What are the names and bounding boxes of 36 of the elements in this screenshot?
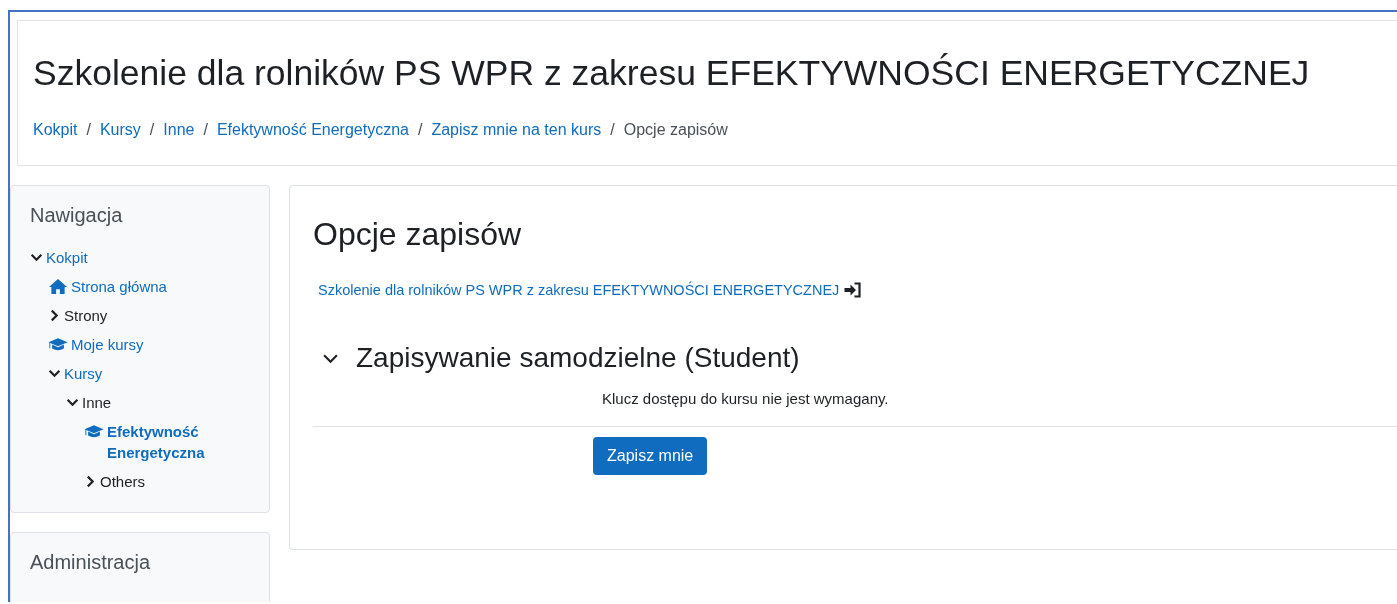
breadcrumb-link[interactable]: Kokpit [33,121,78,139]
breadcrumb-separator: / [149,121,155,139]
section-title: Zapisywanie samodzielne (Student) [356,342,800,374]
graduation-cap-icon [84,423,104,440]
tree-link[interactable]: Kursy [64,363,103,384]
tree-item[interactable]: Inne [82,392,112,413]
sign-in-icon [843,282,863,298]
page-heading: Opcje zapisów [313,215,523,254]
chevron-right-icon[interactable] [48,309,61,322]
chevron-down-icon[interactable] [66,396,79,409]
breadcrumb-separator: / [203,121,208,139]
tree-link[interactable]: Kokpit [46,247,88,268]
breadcrumb-link[interactable]: Kursy [99,121,141,139]
breadcrumb-link[interactable]: Inne [163,121,195,139]
home-icon [48,278,68,295]
block-title: Nawigacja [30,204,124,227]
graduation-cap-icon [48,336,68,353]
tree-item[interactable]: Strony [64,305,108,326]
tree-link[interactable]: Strona główna [71,276,167,297]
block-title: Administracja [30,551,152,574]
chevron-down-icon[interactable] [30,251,43,264]
breadcrumb-link[interactable]: Zapisz mnie na ten kurs [431,121,602,139]
enrol-button[interactable]: Zapisz mnie [593,437,708,475]
breadcrumb-current: Opcje zapisów [623,121,728,139]
page-title: Szkolenie dla rolników PS WPR z zakresu EFEKTYWNOŚCI ENERGETYCZNEJ [33,52,1311,95]
chevron-down-icon[interactable] [48,367,61,380]
breadcrumb-link[interactable]: Efektywność Energetyczna [216,121,409,139]
tree-item[interactable]: Others [100,471,145,492]
course-link[interactable]: Szkolenie dla rolników PS WPR z zakresu EFEKTYWNOŚCI ENERGETYCZNEJ [318,282,840,298]
breadcrumb-separator: / [86,121,91,139]
breadcrumb-separator: / [417,121,423,139]
chevron-right-icon[interactable] [84,475,97,488]
breadcrumb-separator: / [610,121,615,139]
section-description: Klucz dostępu do kursu nie jest wymagany. [602,390,890,407]
tree-link[interactable]: Efektywność Energetyczna [107,421,259,463]
tree-link[interactable]: Moje kursy [71,334,144,355]
